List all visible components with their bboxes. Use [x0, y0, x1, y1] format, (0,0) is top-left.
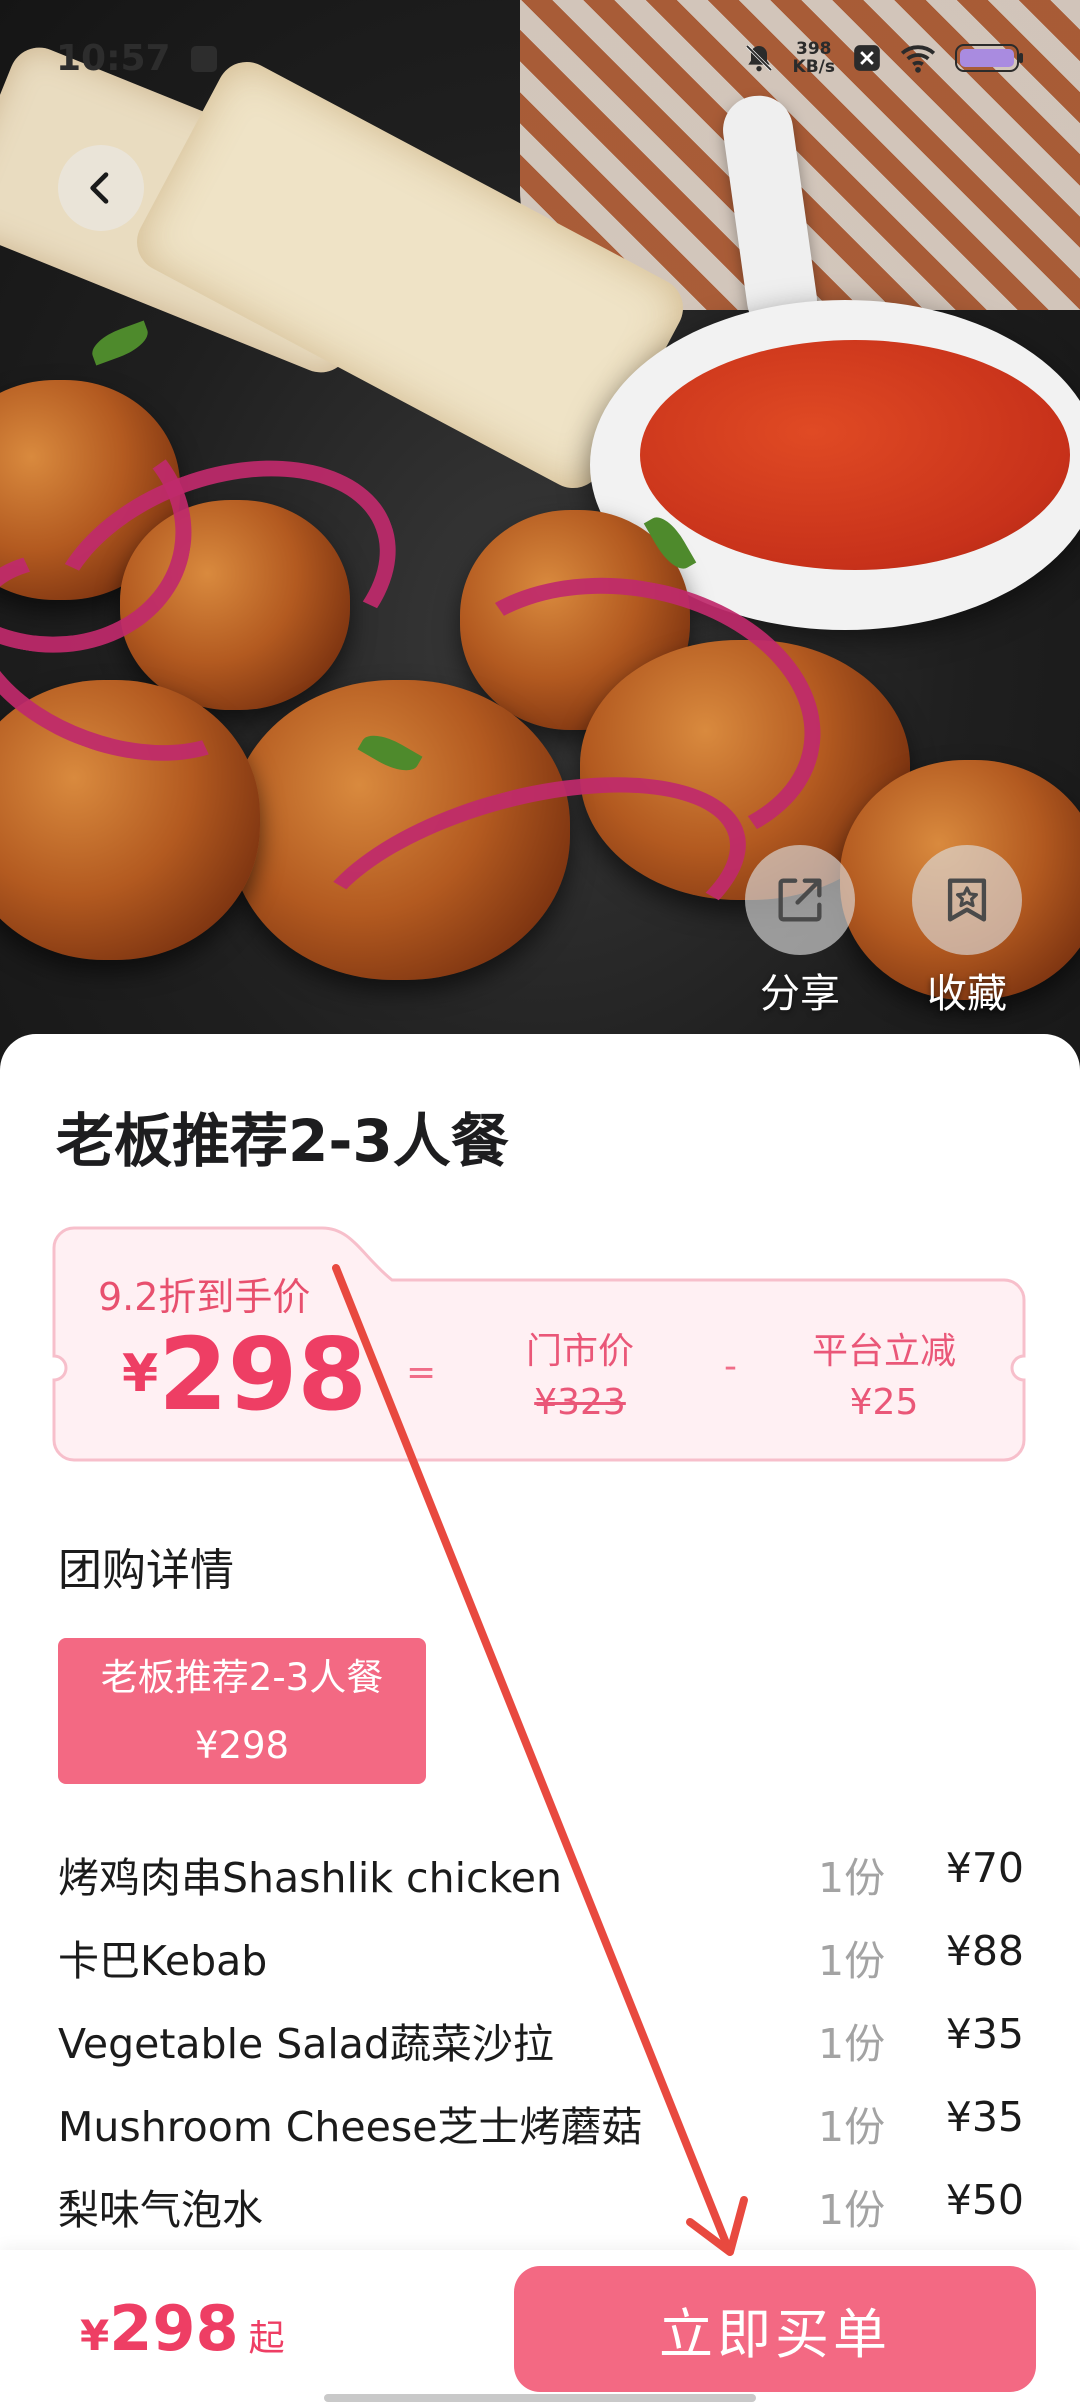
item-qty: 1份 — [818, 2020, 886, 2068]
item-qty: 1份 — [818, 1854, 886, 1902]
net-speed-unit: KB/s — [792, 57, 835, 77]
item-name: 梨味气泡水 — [58, 2186, 263, 2234]
equals-sign: = — [406, 1352, 437, 1393]
item-name: 烤鸡肉串Shashlik chicken — [58, 1854, 562, 1902]
chevron-left-icon — [90, 172, 109, 204]
net-speed-value: 398 — [796, 39, 832, 59]
bottom-price-value: 298 — [109, 2292, 239, 2365]
bottom-price: ¥298 起 — [80, 2292, 285, 2365]
battery-icon — [955, 44, 1023, 72]
item-qty: 1份 — [818, 1937, 886, 1985]
section-title-details: 团购详情 — [58, 1545, 234, 1596]
item-name: 卡巴Kebab — [58, 1937, 268, 1985]
bottom-price-currency: ¥ — [80, 2311, 110, 2360]
minus-sign: - — [724, 1346, 737, 1387]
package-option-tag[interactable]: 老板推荐2-3人餐 ¥298 — [58, 1638, 426, 1784]
net-speed: 398 KB/s — [793, 40, 835, 76]
status-icons: 398 KB/s — [743, 40, 1025, 76]
item-name: Mushroom Cheese芝士烤蘑菇 — [58, 2103, 643, 2151]
bottom-purchase-bar: ¥298 起 立即买单 — [0, 2250, 1080, 2408]
item-qty: 1份 — [818, 2186, 886, 2234]
wifi-icon — [900, 45, 936, 73]
screen: 10:57 398 KB/s 分享 收藏 老板推荐2-3人餐 9.2折到手价 ¥… — [0, 0, 1080, 2408]
x-app-icon — [854, 45, 880, 71]
package-items-list: 烤鸡肉串Shashlik chicken 1份 ¥70 卡巴Kebab 1份 ¥… — [58, 1834, 1024, 2249]
status-time: 10:57 — [56, 38, 218, 79]
item-qty: 1份 — [818, 2103, 886, 2151]
market-price-value: ¥323 — [534, 1382, 626, 1423]
list-item: 烤鸡肉串Shashlik chicken 1份 ¥70 — [58, 1834, 1024, 1917]
package-price: ¥298 — [194, 1724, 290, 1767]
back-button[interactable] — [58, 145, 144, 231]
herb-decor — [87, 320, 153, 366]
mute-bell-icon — [745, 44, 772, 72]
sauce-decor — [640, 340, 1070, 570]
discount-label: 9.2折到手价 — [98, 1275, 311, 1319]
bottom-price-suffix: 起 — [248, 2318, 285, 2359]
status-bar: 10:57 398 KB/s — [0, 0, 1080, 120]
price-breakdown-box: 9.2折到手价 ¥298 = 门市价 ¥323 - 平台立减 ¥25 — [52, 1226, 1026, 1462]
item-price: ¥70 — [945, 1844, 1024, 1892]
deal-title: 老板推荐2-3人餐 — [56, 1107, 509, 1175]
final-price-currency: ¥ — [122, 1344, 159, 1404]
share-icon — [778, 878, 822, 922]
item-price: ¥50 — [945, 2176, 1024, 2224]
list-item: Vegetable Salad蔬菜沙拉 1份 ¥35 — [58, 2000, 1024, 2083]
item-price: ¥88 — [945, 1927, 1024, 1975]
message-icon — [191, 46, 218, 72]
list-item: Mushroom Cheese芝士烤蘑菇 1份 ¥35 — [58, 2083, 1024, 2166]
share-label: 分享 — [760, 971, 840, 1017]
buy-now-button[interactable]: 立即买单 — [514, 2266, 1036, 2392]
final-price-value: 298 — [158, 1316, 367, 1433]
favorite-button-circle — [912, 845, 1022, 955]
market-price-label: 门市价 — [525, 1331, 634, 1372]
list-item: 卡巴Kebab 1份 ¥88 — [58, 1917, 1024, 2000]
market-price-col: 门市价 ¥323 — [480, 1322, 680, 1423]
deal-detail-card: 老板推荐2-3人餐 9.2折到手价 ¥298 = 门市价 ¥323 - 平台立减… — [0, 1034, 1080, 2334]
reduction-col: 平台立减 ¥25 — [784, 1322, 984, 1423]
list-item: 梨味气泡水 1份 ¥50 — [58, 2166, 1024, 2249]
share-button-circle — [745, 845, 855, 955]
favorite-label: 收藏 — [927, 971, 1007, 1017]
item-price: ¥35 — [945, 2010, 1024, 2058]
reduction-value: ¥25 — [849, 1382, 919, 1423]
share-button[interactable]: 分享 — [745, 845, 855, 1019]
favorite-button[interactable]: 收藏 — [912, 845, 1022, 1019]
home-indicator[interactable] — [324, 2394, 756, 2402]
status-time-text: 10:57 — [56, 38, 171, 79]
bookmark-star-icon — [947, 878, 987, 922]
item-price: ¥35 — [945, 2093, 1024, 2141]
reduction-label: 平台立减 — [811, 1331, 956, 1372]
package-name: 老板推荐2-3人餐 — [100, 1656, 384, 1699]
item-name: Vegetable Salad蔬菜沙拉 — [58, 2020, 554, 2068]
final-price: ¥298 — [122, 1316, 367, 1433]
